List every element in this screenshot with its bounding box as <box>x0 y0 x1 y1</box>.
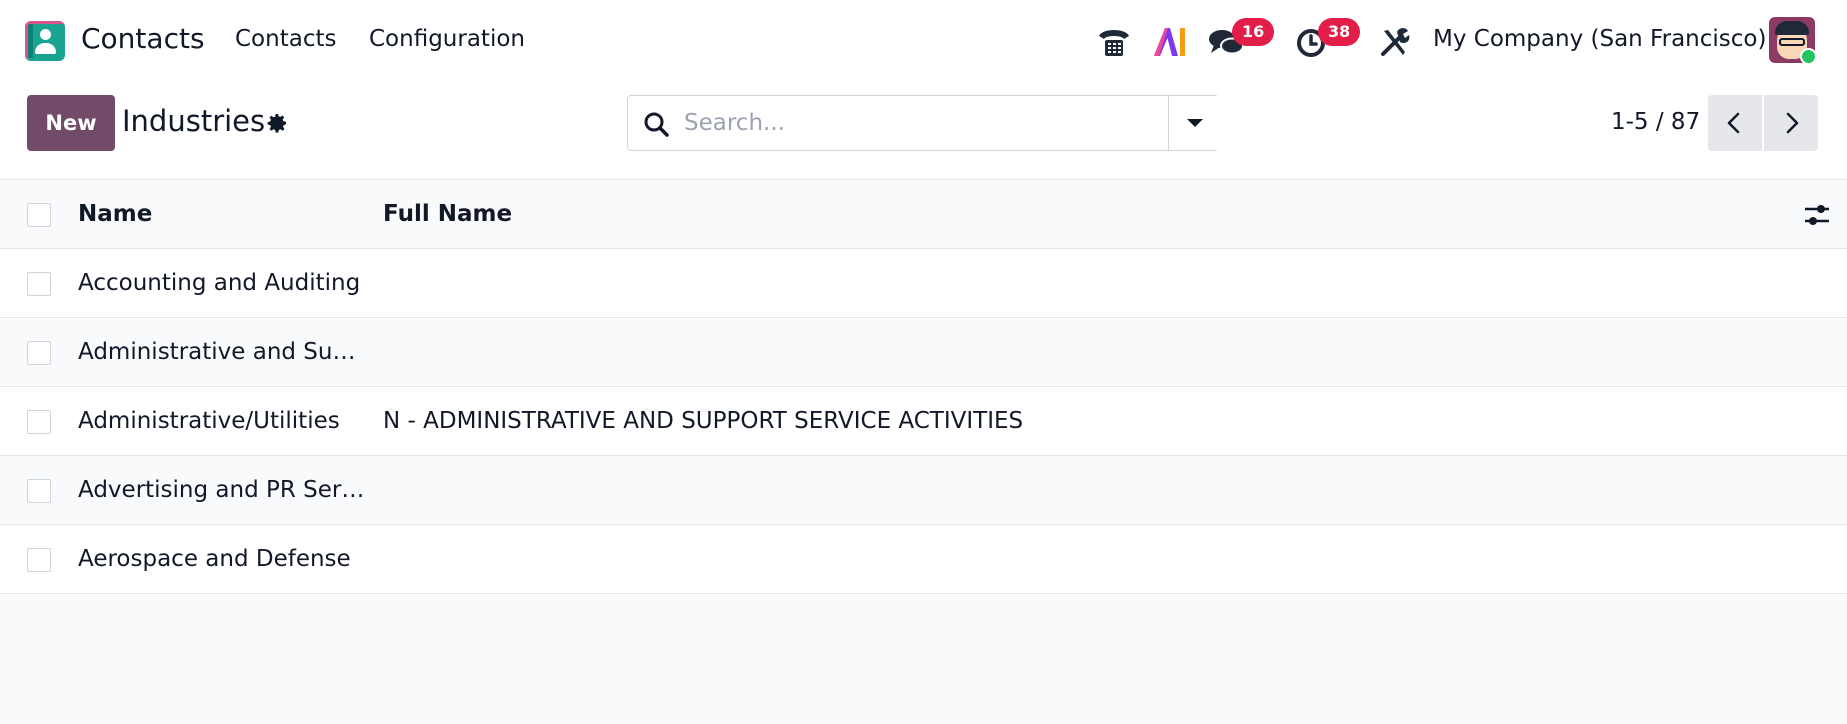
search-options-toggle[interactable] <box>1168 96 1219 150</box>
industries-list: Name Full Name Accounting and Auditing A… <box>0 180 1847 594</box>
top-navbar: Contacts Contacts Configuration 16 38 My… <box>0 0 1847 82</box>
app-icon-body <box>35 43 56 54</box>
row-checkbox[interactable] <box>27 341 51 365</box>
search-input[interactable] <box>684 106 1084 140</box>
new-button[interactable]: New <box>27 95 115 151</box>
pager-next-button[interactable] <box>1764 95 1818 151</box>
cell-name: Advertising and PR Services <box>78 477 368 503</box>
cell-name: Administrative and Support <box>78 339 368 365</box>
pager-previous-button[interactable] <box>1708 95 1762 151</box>
row-checkbox[interactable] <box>27 272 51 296</box>
avatar-glasses <box>1779 38 1805 46</box>
chevron-left-icon <box>1727 112 1740 134</box>
table-row[interactable]: Advertising and PR Services <box>0 456 1847 525</box>
avatar-hair <box>1775 21 1809 35</box>
table-row[interactable]: Administrative/Utilities N - ADMINISTRAT… <box>0 387 1847 456</box>
column-header-name[interactable]: Name <box>78 201 368 227</box>
contacts-app-icon[interactable] <box>25 21 65 61</box>
search-icon <box>644 112 669 137</box>
ai-icon[interactable] <box>1150 22 1190 62</box>
menu-contacts[interactable]: Contacts <box>235 26 336 52</box>
gear-icon[interactable] <box>265 111 289 135</box>
optional-columns-icon[interactable] <box>1803 202 1831 228</box>
table-row[interactable]: Administrative and Support <box>0 318 1847 387</box>
row-checkbox[interactable] <box>27 548 51 572</box>
online-status-dot <box>1800 48 1817 65</box>
chevron-right-icon <box>1786 112 1799 134</box>
cell-full-name: N - ADMINISTRATIVE AND SUPPORT SERVICE A… <box>383 408 1024 434</box>
table-row[interactable]: Accounting and Auditing <box>0 249 1847 318</box>
cell-name: Aerospace and Defense <box>78 546 351 572</box>
column-header-full-name[interactable]: Full Name <box>383 201 1783 227</box>
page-title: Industries <box>122 104 266 138</box>
app-icon-tab <box>28 24 33 58</box>
tools-icon[interactable] <box>1375 22 1415 62</box>
app-icon-head <box>40 29 51 40</box>
row-checkbox[interactable] <box>27 479 51 503</box>
select-all-checkbox[interactable] <box>27 203 51 227</box>
table-row[interactable]: Aerospace and Defense <box>0 525 1847 594</box>
menu-configuration[interactable]: Configuration <box>369 26 525 52</box>
pager-value[interactable]: 1-5 / 87 <box>1611 109 1700 135</box>
phone-icon[interactable] <box>1094 22 1134 62</box>
table-header: Name Full Name <box>0 180 1847 249</box>
caret-down-icon <box>1187 119 1203 127</box>
row-checkbox[interactable] <box>27 410 51 434</box>
search-bar <box>627 95 1219 151</box>
messages-badge: 16 <box>1232 18 1275 46</box>
app-brand[interactable]: Contacts <box>81 22 205 55</box>
activities-badge: 38 <box>1318 18 1361 46</box>
company-switcher[interactable]: My Company (San Francisco) <box>1433 26 1766 52</box>
cell-name: Accounting and Auditing <box>78 270 361 296</box>
cell-name: Administrative/Utilities <box>78 408 340 434</box>
control-panel: New Industries 1-5 / 87 <box>0 82 1847 180</box>
